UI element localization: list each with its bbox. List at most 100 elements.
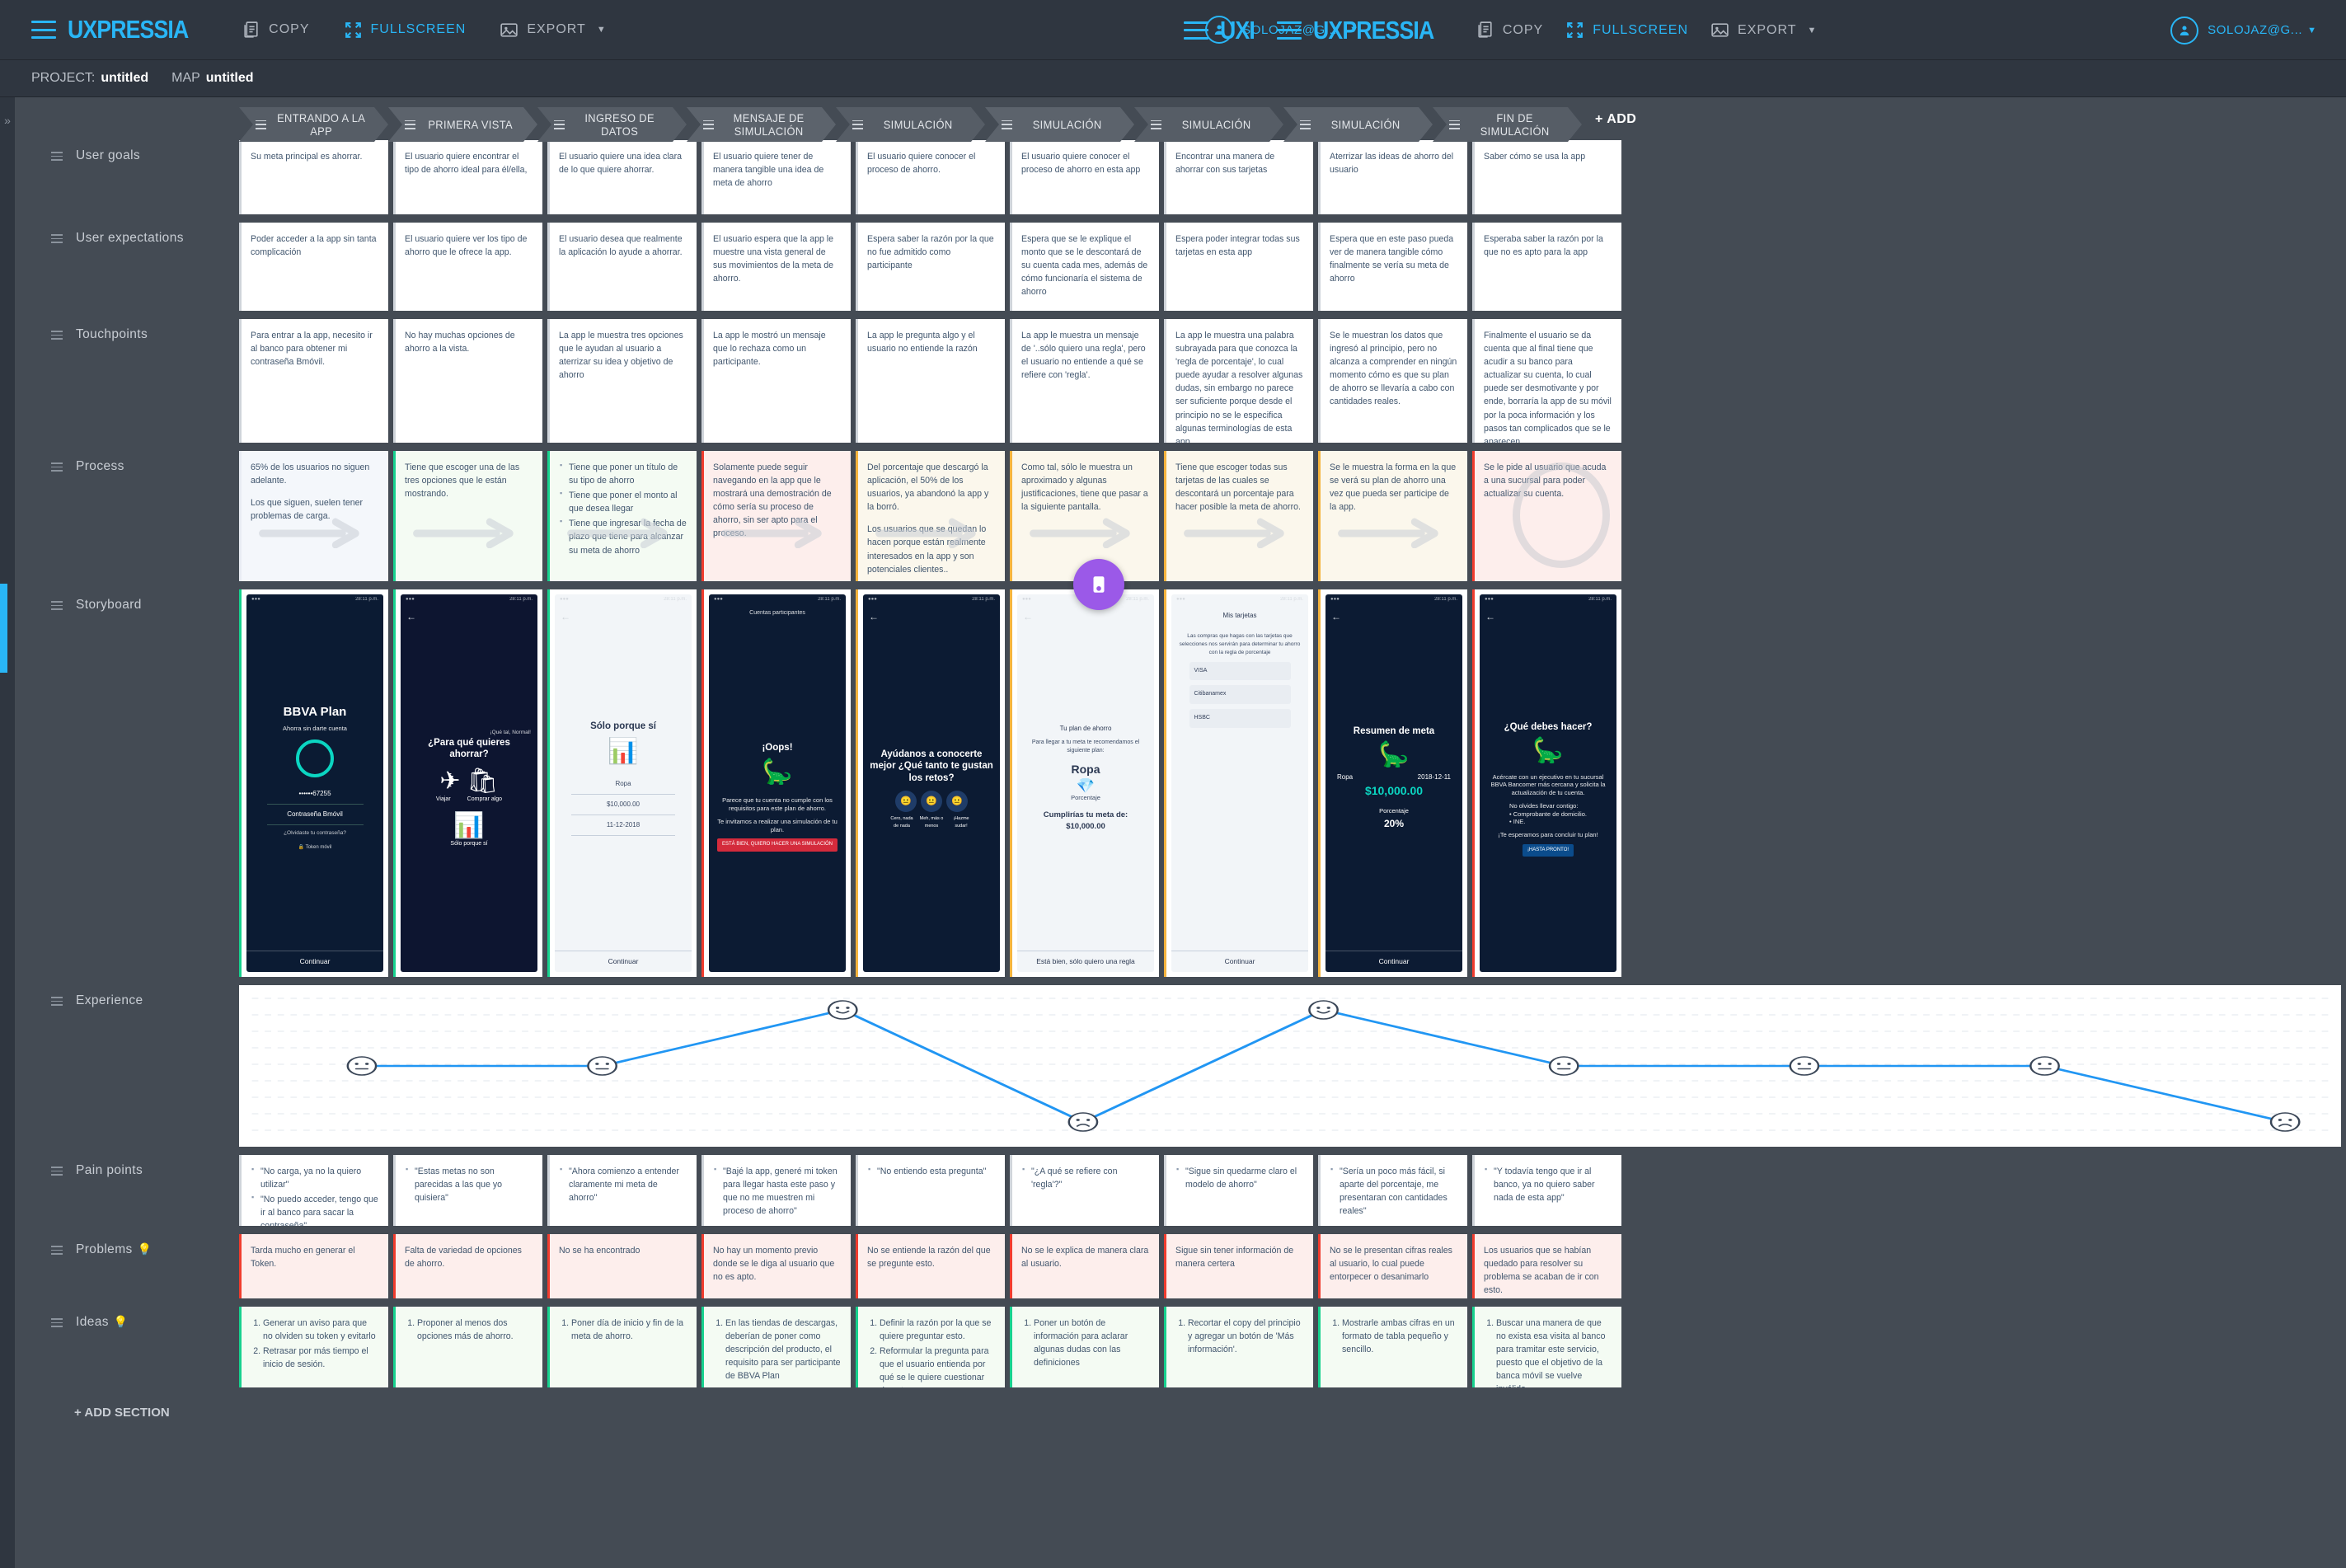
drag-handle-icon[interactable]: [51, 1246, 63, 1255]
storyboard-cell[interactable]: ●●● 28:11 p.m. ← ¡Qué tal, Normal! ¿Para qué…: [393, 589, 542, 977]
stage-menu-icon[interactable]: [405, 120, 415, 129]
pain-point-cell[interactable]: "Estas metas no son parecidas a las que …: [393, 1155, 542, 1226]
add-section-button[interactable]: + ADD SECTION: [15, 1387, 2346, 1420]
user-expectation-cell[interactable]: Espera saber la razón por la que no fue …: [856, 223, 1005, 311]
section-label-touchpoints[interactable]: Touchpoints: [15, 319, 239, 443]
stage-menu-icon[interactable]: [256, 120, 266, 129]
export-button[interactable]: EXPORT ▼: [499, 20, 606, 40]
storyboard-cell[interactable]: ●●● 28:11 p.m. ← Tu plan de ahorro Para lleg…: [1010, 589, 1159, 977]
user-goal-cell[interactable]: Aterrizar las ideas de ahorro del usuari…: [1318, 140, 1467, 214]
problem-cell[interactable]: No se entiende la razón del que se pregu…: [856, 1234, 1005, 1298]
phone-form-row-0[interactable]: Ropa: [571, 774, 675, 795]
fullscreen-button-ghost[interactable]: FULLSCREEN: [1565, 20, 1688, 40]
storyboard-cell[interactable]: ●●● 28:11 p.m. ← Ayúdanos a conocerte mejor…: [856, 589, 1005, 977]
idea-cell[interactable]: Proponer al menos dos opciones más de ah…: [393, 1307, 542, 1387]
user-expectation-cell[interactable]: El usuario quiere ver los tipo de ahorro…: [393, 223, 542, 311]
pain-point-cell[interactable]: "No carga, ya no la quiero utilizar""No …: [239, 1155, 388, 1226]
phone-answer-1[interactable]: 😐: [921, 791, 942, 813]
problem-cell[interactable]: Falta de variedad de opciones de ahorro.: [393, 1234, 542, 1298]
menu-icon[interactable]: [1184, 21, 1208, 40]
user-expectation-cell[interactable]: Espera que se le explique el monto que s…: [1010, 223, 1159, 311]
stage-header-6[interactable]: SIMULACIÓN: [1134, 107, 1283, 142]
user-goal-cell[interactable]: Saber cómo se usa la app: [1472, 140, 1621, 214]
phone-primary-button[interactable]: Continuar: [1325, 951, 1462, 972]
user-goal-cell[interactable]: Encontrar una manera de ahorrar con sus …: [1164, 140, 1313, 214]
map-name[interactable]: untitled: [206, 71, 254, 86]
touchpoint-cell[interactable]: Finalmente el usuario se da cuenta que a…: [1472, 319, 1621, 443]
touchpoint-cell[interactable]: No hay muchas opciones de ahorro a la vi…: [393, 319, 542, 443]
project-name[interactable]: untitled: [101, 71, 148, 86]
section-label-problems[interactable]: Problems 💡: [15, 1234, 239, 1298]
problem-cell[interactable]: Los usuarios que se habían quedado para …: [1472, 1234, 1621, 1298]
storyboard-cell[interactable]: ●●● 28:11 p.m. ← Sólo porque sí 📊 Ropa $10,000…: [547, 589, 697, 977]
section-label-storyboard[interactable]: Storyboard: [15, 589, 239, 977]
drag-handle-icon[interactable]: [51, 152, 63, 161]
pain-point-cell[interactable]: "Bajé la app, generé mi token para llega…: [701, 1155, 851, 1226]
touchpoint-cell[interactable]: La app le pregunta algo y el usuario no …: [856, 319, 1005, 443]
idea-cell[interactable]: Generar un aviso para que no olviden su …: [239, 1307, 388, 1387]
storyboard-cell[interactable]: ●●● 28:11 p.m. Cuentas participantes ¡Oops!…: [701, 589, 851, 977]
copy-button[interactable]: COPY: [241, 20, 309, 40]
phone-primary-button[interactable]: Continuar: [1171, 951, 1308, 972]
user-expectation-cell[interactable]: Espera poder integrar todas sus tarjetas…: [1164, 223, 1313, 311]
back-icon[interactable]: ←: [561, 609, 570, 624]
experience-chart[interactable]: [239, 985, 2341, 1147]
touchpoint-cell[interactable]: La app le muestra una palabra subrayada …: [1164, 319, 1313, 443]
problem-cell[interactable]: No se le explica de manera clara al usua…: [1010, 1234, 1159, 1298]
process-cell[interactable]: Tiene que poner un título de su tipo de …: [547, 451, 697, 581]
storyboard-cell[interactable]: ●●● 28:11 p.m. Mis tarjetas Las compras que…: [1164, 589, 1313, 977]
menu-icon[interactable]: [1276, 21, 1302, 40]
idea-cell[interactable]: Definir la razón por la que se quiere pr…: [856, 1307, 1005, 1387]
user-expectation-cell[interactable]: Espera que en este paso pueda ver de man…: [1318, 223, 1467, 311]
phone-primary-button[interactable]: Continuar: [246, 951, 383, 972]
add-stage-button[interactable]: + ADD: [1582, 107, 1636, 132]
account-menu-right[interactable]: SOLOJAZ@G... ▼: [2170, 0, 2346, 60]
process-cell[interactable]: Del porcentaje que descargó la aplicació…: [856, 451, 1005, 581]
app-logo[interactable]: UXPRESSIA: [68, 15, 189, 45]
process-cell[interactable]: Tiene que escoger una de las tres opcion…: [393, 451, 542, 581]
touchpoint-cell[interactable]: Se le muestran los datos que ingresó al …: [1318, 319, 1467, 443]
drag-handle-icon[interactable]: [51, 997, 63, 1006]
pain-point-cell[interactable]: "Ahora comienzo a entender claramente mi…: [547, 1155, 697, 1226]
pain-point-cell[interactable]: "Y todavía tengo que ir al banco, ya no …: [1472, 1155, 1621, 1226]
phone-option-2[interactable]: Sólo porque sí: [450, 840, 487, 849]
user-expectation-cell[interactable]: El usuario espera que la app le muestre …: [701, 223, 851, 311]
phone-card-2[interactable]: HSBC: [1189, 709, 1291, 728]
section-label-ideas[interactable]: Ideas 💡: [15, 1307, 239, 1387]
user-goal-cell[interactable]: El usuario quiere conocer el proceso de …: [856, 140, 1005, 214]
collapse-panel-button[interactable]: »: [0, 97, 15, 1568]
stage-header-3[interactable]: MENSAJE DE SIMULACIÓN: [687, 107, 836, 142]
problem-cell[interactable]: No se ha encontrado: [547, 1234, 697, 1298]
touchpoint-cell[interactable]: La app le mostró un mensaje que lo recha…: [701, 319, 851, 443]
back-icon[interactable]: ←: [1023, 609, 1033, 624]
problem-cell[interactable]: No se le presentan cifras reales al usua…: [1318, 1234, 1467, 1298]
section-label-experience[interactable]: Experience: [15, 985, 239, 1147]
drag-handle-icon[interactable]: [51, 1318, 63, 1327]
stage-header-7[interactable]: SIMULACIÓN: [1283, 107, 1433, 142]
process-cell[interactable]: Se le muestra la forma en la que se verá…: [1318, 451, 1467, 581]
process-cell[interactable]: Como tal, sólo le muestra un aproximado …: [1010, 451, 1159, 581]
process-cell[interactable]: Solamente puede seguir navegando en la a…: [701, 451, 851, 581]
stage-header-5[interactable]: SIMULACIÓN: [985, 107, 1134, 142]
phone-field-password[interactable]: Contraseña Bmóvil: [266, 805, 364, 826]
phone-field-account[interactable]: ••••••67255: [266, 784, 364, 805]
stage-menu-icon[interactable]: [852, 120, 863, 129]
phone-option-0[interactable]: Viajar: [436, 796, 451, 805]
phone-form-row-1[interactable]: $10,000.00: [571, 795, 675, 815]
problem-cell[interactable]: No hay un momento previo donde se le dig…: [701, 1234, 851, 1298]
problem-cell[interactable]: Sigue sin tener información de manera ce…: [1164, 1234, 1313, 1298]
phone-card-1[interactable]: Citibanamex: [1189, 685, 1291, 705]
drag-handle-icon[interactable]: [51, 462, 63, 472]
stage-header-0[interactable]: ENTRANDO A LA APP: [239, 107, 388, 142]
back-icon[interactable]: ←: [869, 609, 879, 624]
back-icon[interactable]: ←: [406, 609, 416, 624]
phone-forgot-link[interactable]: ¿Olvidaste tu contraseña?: [284, 829, 346, 838]
stage-menu-icon[interactable]: [1002, 120, 1012, 129]
phone-answer-0[interactable]: 😐: [895, 791, 917, 813]
stage-menu-icon[interactable]: [554, 120, 565, 129]
user-goal-cell[interactable]: El usuario quiere conocer el proceso de …: [1010, 140, 1159, 214]
storyboard-cell[interactable]: ●●● 28:11 p.m. ← ¿Qué debes hacer? 🦕 Acércate…: [1472, 589, 1621, 977]
stage-menu-icon[interactable]: [1449, 120, 1460, 129]
drag-handle-icon[interactable]: [51, 601, 63, 610]
section-label-process[interactable]: Process: [15, 451, 239, 581]
